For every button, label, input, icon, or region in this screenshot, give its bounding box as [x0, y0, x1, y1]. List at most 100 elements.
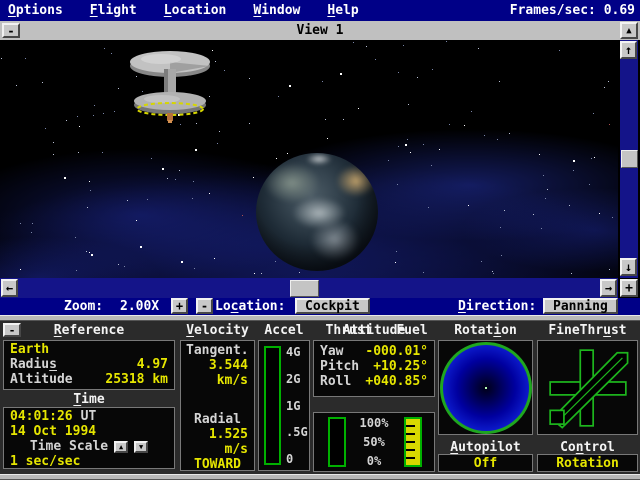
horizontal-scroll-thumb[interactable] [290, 280, 319, 297]
star [214, 258, 215, 259]
star [559, 50, 560, 51]
time-scale-up-button[interactable]: ▲ [114, 441, 128, 453]
window-minimize-button[interactable]: - [2, 23, 20, 38]
star [278, 96, 279, 97]
star [541, 228, 542, 229]
scroll-down-button[interactable]: ↓ [620, 258, 637, 276]
direction-label: Direction: [458, 299, 536, 314]
zoom-in-icon: + [176, 299, 183, 313]
view-title: View 1 [297, 23, 344, 38]
star [89, 252, 90, 253]
fine-thrust-box [537, 340, 638, 435]
zoom-in-button[interactable]: + [171, 298, 188, 314]
star [242, 215, 243, 216]
scroll-left-icon: ← [6, 282, 13, 294]
radius-label[interactable]: Radius [10, 357, 57, 372]
star [545, 198, 546, 199]
space-station [124, 49, 220, 127]
time-scale-down-button[interactable]: ▼ [134, 441, 148, 453]
attitude-box: Yaw-000.01° Pitch+10.25° Roll+040.85° [313, 340, 435, 397]
radial-direction: TOWARD [181, 457, 254, 472]
zoom-out-button[interactable]: - [196, 298, 213, 314]
menu-help[interactable]: Help [327, 3, 358, 18]
star [509, 133, 510, 134]
star [395, 262, 396, 263]
radius-value: 4.97 [137, 357, 168, 372]
autopilot-status[interactable]: Off [438, 454, 533, 472]
autopilot-header: Autopilot [438, 440, 533, 455]
star [410, 152, 411, 153]
star [322, 81, 323, 82]
star [398, 72, 399, 73]
star [20, 223, 21, 224]
star [500, 227, 501, 228]
horizontal-scrollbar[interactable]: ← → [0, 278, 618, 298]
star [478, 48, 479, 49]
window-maximize-button[interactable]: ▲ [620, 22, 638, 39]
vertical-scrollbar[interactable]: ↑ ↓ [620, 40, 638, 278]
control-mode[interactable]: Rotation [537, 454, 638, 472]
star [89, 181, 90, 182]
viewport[interactable] [0, 40, 618, 278]
star [589, 184, 590, 185]
star [79, 126, 80, 127]
scroll-up-button[interactable]: ↑ [620, 41, 637, 59]
direction-button[interactable]: Panning [543, 298, 618, 314]
velocity-box: Tangent. 3.544 km/s Radial 1.525 m/s TOW… [180, 340, 255, 471]
menu-options[interactable]: Options [8, 3, 63, 18]
star [446, 41, 447, 42]
location-button[interactable]: Cockpit [295, 298, 370, 314]
star [75, 237, 76, 238]
star [104, 48, 105, 49]
scroll-right-button[interactable]: → [600, 279, 617, 297]
star [16, 85, 17, 86]
star [90, 190, 91, 191]
instrument-panel: - Reference Earth Radius 4.97 Altitude 2… [0, 321, 640, 474]
radial-label: Radial [181, 412, 254, 427]
star [604, 87, 605, 88]
star [569, 205, 570, 206]
star [20, 269, 21, 270]
star [86, 251, 87, 252]
star [609, 124, 610, 125]
vertical-scroll-thumb[interactable] [621, 150, 638, 168]
pan-view-button[interactable]: + [620, 279, 638, 297]
star [533, 214, 534, 215]
star [219, 131, 220, 132]
star [449, 124, 450, 125]
scroll-right-icon: → [605, 282, 612, 294]
star [612, 217, 613, 218]
star [481, 261, 482, 262]
star [261, 273, 262, 274]
star [118, 264, 119, 265]
star [181, 261, 183, 263]
fuel-ticks: 100% 50% 0% [352, 416, 396, 468]
star [468, 205, 469, 206]
reference-body: Earth [4, 342, 174, 357]
star [327, 138, 328, 139]
star [403, 45, 404, 46]
star [608, 81, 609, 82]
star [396, 251, 397, 252]
star [124, 266, 125, 267]
fuel-header: Fuel [390, 323, 434, 338]
pitch-row: Pitch+10.25° [314, 359, 434, 374]
scroll-left-button[interactable]: ← [1, 279, 18, 297]
spin-down-icon: ▼ [139, 443, 143, 451]
tangent-value: 3.544 [181, 358, 254, 373]
star [464, 125, 465, 126]
menu-flight[interactable]: Flight [90, 3, 137, 18]
star [591, 158, 592, 159]
star [388, 160, 389, 161]
roll-row: Roll+040.85° [314, 374, 434, 389]
menu-window[interactable]: Window [253, 3, 300, 18]
star [343, 119, 344, 120]
accel-header: Accel [258, 323, 310, 338]
menu-location[interactable]: Location [164, 3, 227, 18]
star [289, 85, 291, 87]
star [543, 175, 544, 176]
star [594, 157, 595, 158]
star [439, 149, 440, 150]
star [25, 58, 26, 59]
star [179, 170, 180, 171]
